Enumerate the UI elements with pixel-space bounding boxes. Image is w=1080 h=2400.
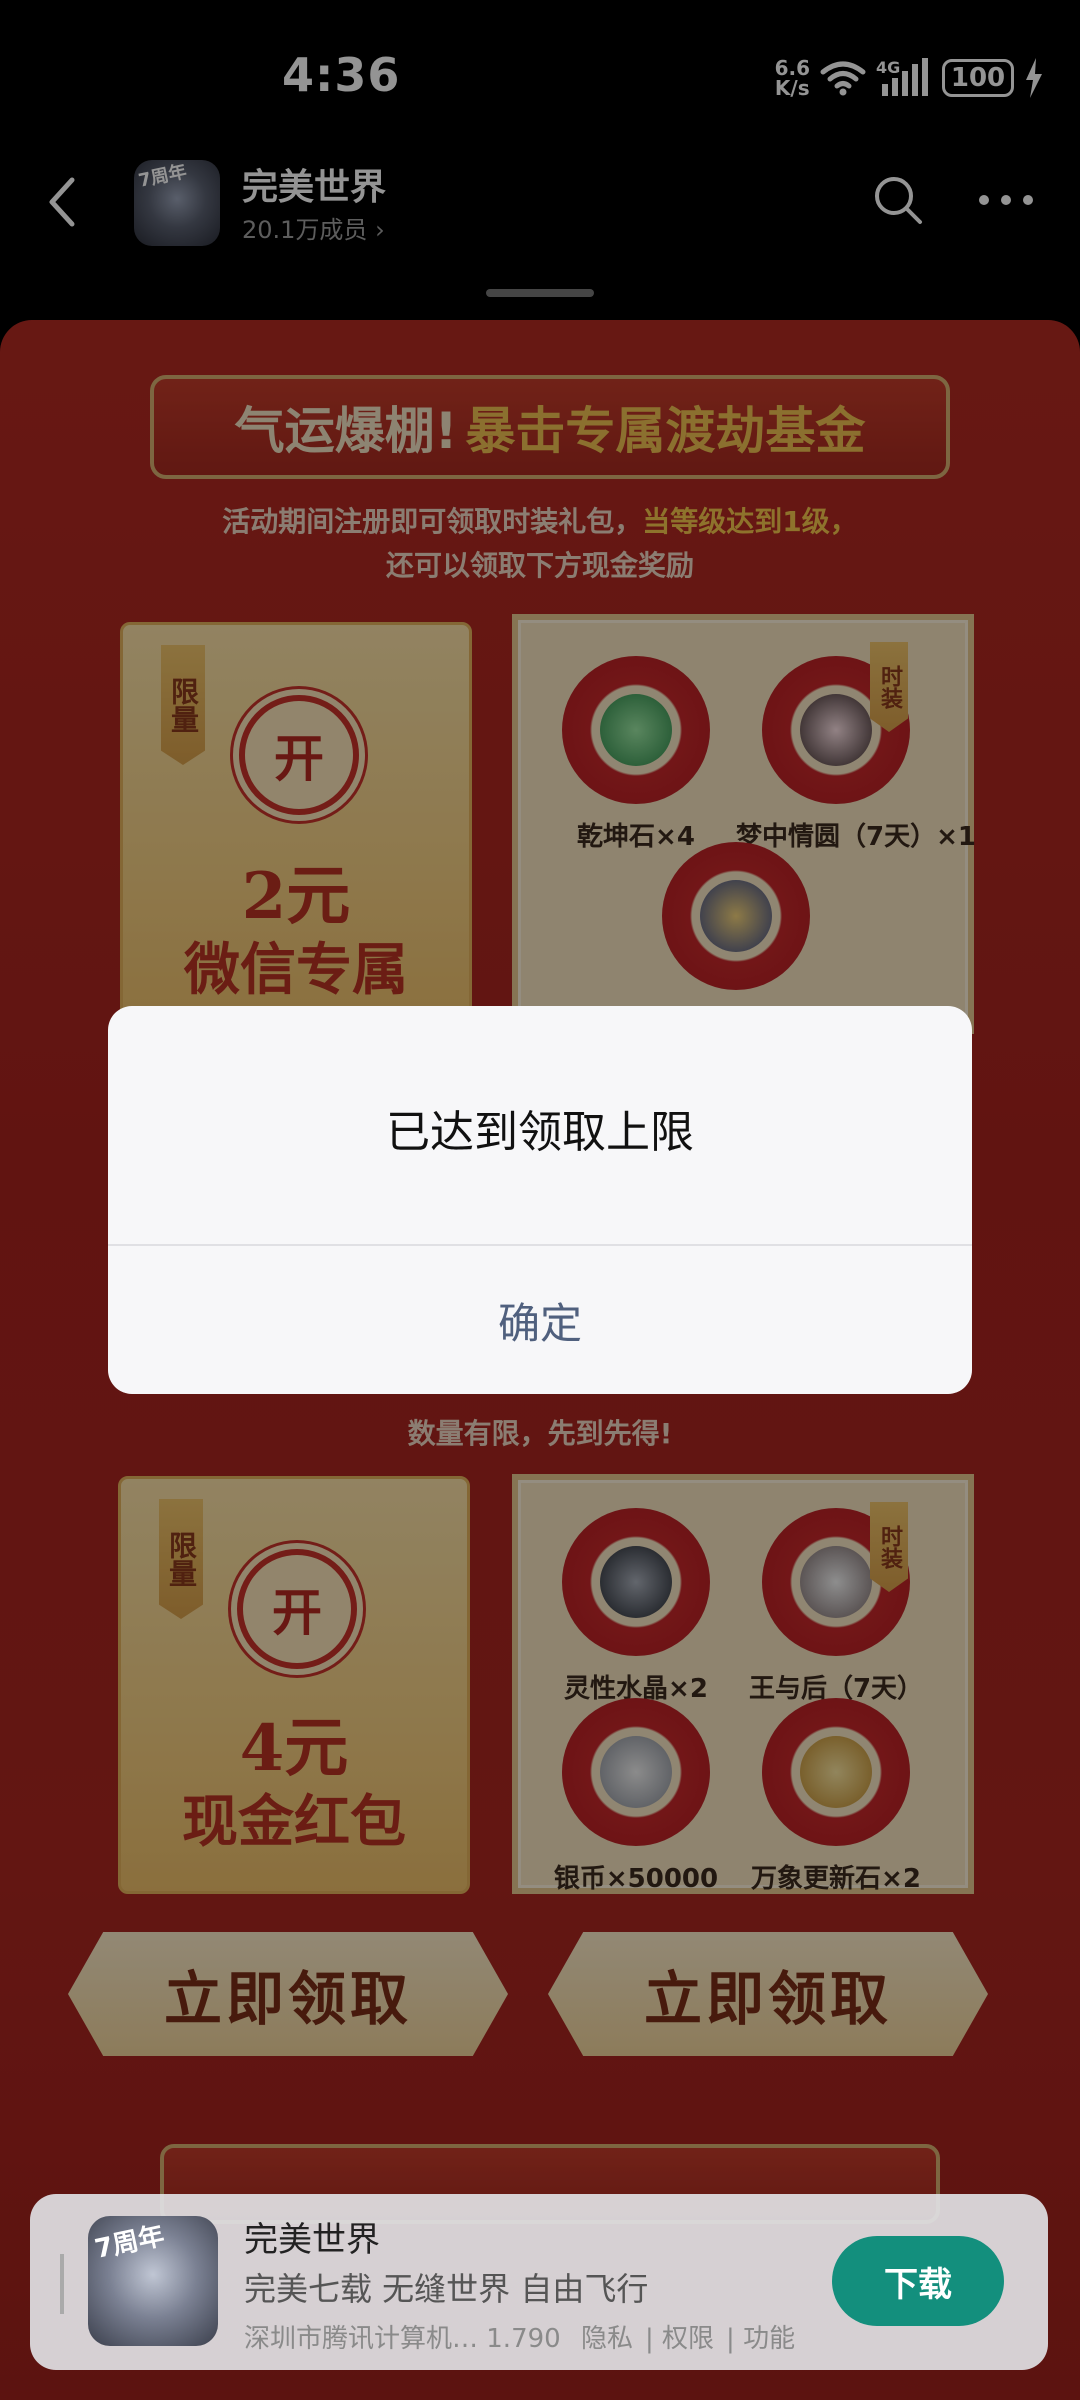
permissions-link[interactable]: 权限 bbox=[662, 2324, 714, 2354]
app-download-card[interactable]: 7周年 完美世界 完美七载 无缝世界 自由飞行 深圳市腾讯计算机… 1.790 … bbox=[30, 2194, 1048, 2370]
dialog-message: 已达到领取上限 bbox=[386, 1107, 694, 1158]
screen: 4:36 6.6 K/s 4G 100 7周年 完美世界 20.1万成员 › 气… bbox=[0, 0, 1080, 2400]
app-card-meta: 深圳市腾讯计算机… 1.790 隐私 | 权限 | 功能 bbox=[244, 2324, 796, 2354]
app-icon: 7周年 bbox=[88, 2216, 218, 2346]
app-card-subtitle: 完美七载 无缝世界 自由飞行 bbox=[244, 2270, 649, 2308]
alert-dialog: 已达到领取上限 确定 bbox=[108, 1006, 972, 1394]
confirm-button[interactable]: 确定 bbox=[108, 1246, 972, 1394]
privacy-link[interactable]: 隐私 bbox=[581, 2324, 633, 2354]
app-icon-badge: 7周年 bbox=[92, 2220, 167, 2265]
features-link[interactable]: 功能 bbox=[743, 2324, 795, 2354]
card-divider bbox=[60, 2254, 64, 2314]
download-button[interactable]: 下载 bbox=[832, 2236, 1004, 2326]
app-card-title: 完美世界 bbox=[244, 2220, 380, 2260]
developer-info: 深圳市腾讯计算机… 1.790 bbox=[244, 2324, 561, 2354]
